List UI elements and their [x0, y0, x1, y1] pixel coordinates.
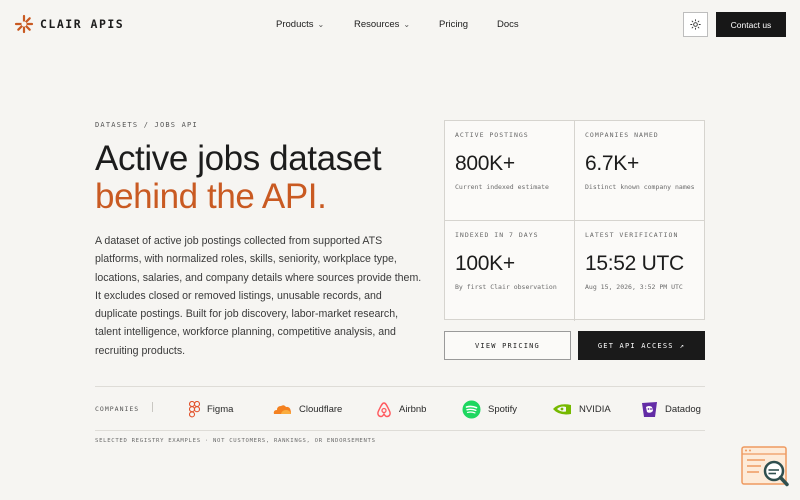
chevron-down-icon: ⌄: [403, 20, 411, 29]
cloudflare-icon: [273, 405, 291, 414]
floating-assistant-button[interactable]: [741, 446, 791, 488]
stat-caption: Current indexed estimate: [455, 183, 549, 191]
stat-value: 6.7K+: [585, 152, 639, 175]
company-item-figma: Figma: [189, 396, 233, 422]
stat-card-latest-verification: LATEST VERIFICATION 15:52 UTC Aug 15, 20…: [575, 221, 705, 321]
get-api-access-label: GET API ACCESS: [597, 341, 674, 350]
stat-value: 800K+: [455, 152, 515, 175]
divider: [95, 386, 705, 387]
stat-label: INDEXED IN 7 DAYS: [455, 231, 539, 239]
spotify-icon: [462, 400, 481, 418]
logo-burst-icon: [14, 14, 34, 34]
company-name: Cloudflare: [299, 403, 343, 415]
nav-pricing[interactable]: Pricing: [439, 19, 468, 30]
divider: [95, 430, 705, 431]
company-name: Spotify: [488, 403, 518, 415]
breadcrumb: DATASETS / JOBS API: [95, 121, 198, 129]
company-logo-strip: Figma Cloudflare Airbnb Spotify NVIDIA D…: [180, 396, 705, 422]
company-name: Datadog: [665, 403, 701, 415]
datadog-icon: [642, 401, 657, 417]
stat-card-indexed-7-days: INDEXED IN 7 DAYS 100K+ By first Clair o…: [445, 221, 575, 321]
nvidia-icon: [553, 404, 571, 415]
nav-docs-label: Docs: [497, 19, 519, 30]
companies-label: COMPANIES: [95, 405, 140, 413]
nav-products[interactable]: Products ⌄: [276, 19, 324, 30]
brand-logo[interactable]: CLAIR APIS: [14, 14, 124, 34]
search-document-icon: [741, 446, 789, 487]
company-name: NVIDIA: [579, 403, 611, 415]
stat-label: ACTIVE POSTINGS: [455, 131, 529, 139]
stats-grid: ACTIVE POSTINGS 800K+ Current indexed es…: [444, 120, 705, 321]
stat-card-companies-named: COMPANIES NAMED 6.7K+ Distinct known com…: [575, 121, 705, 221]
company-item-nvidia: NVIDIA: [552, 396, 611, 422]
get-api-access-button[interactable]: GET API ACCESS ↗: [578, 331, 705, 360]
figma-icon: [189, 400, 200, 417]
stat-caption: Aug 15, 2026, 3:52 PM UTC: [585, 283, 683, 291]
stat-label: COMPANIES NAMED: [585, 131, 659, 139]
nav-resources[interactable]: Resources ⌄: [354, 19, 410, 30]
page-title-accent: behind the API.: [95, 177, 327, 216]
stat-caption: Distinct known company names: [585, 183, 695, 191]
contact-us-button[interactable]: Contact us: [716, 12, 786, 37]
companies-disclaimer: SELECTED REGISTRY EXAMPLES · NOT CUSTOME…: [95, 438, 376, 444]
airbnb-icon: [377, 401, 391, 417]
stat-value: 100K+: [455, 252, 515, 275]
brand-name: CLAIR APIS: [40, 17, 125, 31]
arrow-up-right-icon: ↗: [679, 341, 686, 350]
page-title: Active jobs dataset: [95, 139, 382, 178]
company-name: Figma: [207, 403, 234, 415]
company-item-spotify: Spotify: [462, 396, 517, 422]
nav-resources-label: Resources: [354, 19, 400, 30]
stat-caption: By first Clair observation: [455, 283, 557, 291]
company-item-cloudflare: Cloudflare: [272, 396, 342, 422]
stat-label: LATEST VERIFICATION: [585, 231, 679, 239]
nav-products-label: Products: [276, 19, 314, 30]
hero-description: A dataset of active job postings collect…: [95, 235, 422, 357]
nav-pricing-label: Pricing: [439, 19, 469, 30]
stat-card-active-postings: ACTIVE POSTINGS 800K+ Current indexed es…: [445, 121, 575, 221]
theme-toggle-button[interactable]: [683, 12, 708, 37]
view-pricing-button[interactable]: VIEW PRICING: [444, 331, 571, 360]
divider: [152, 402, 153, 412]
company-item-datadog: Datadog: [641, 396, 701, 422]
company-name: Airbnb: [399, 403, 427, 415]
nav-docs[interactable]: Docs: [497, 19, 519, 30]
sun-icon: [690, 19, 701, 30]
stat-value: 15:52 UTC: [585, 252, 684, 275]
chevron-down-icon: ⌄: [317, 20, 325, 29]
company-item-airbnb: Airbnb: [376, 396, 426, 422]
